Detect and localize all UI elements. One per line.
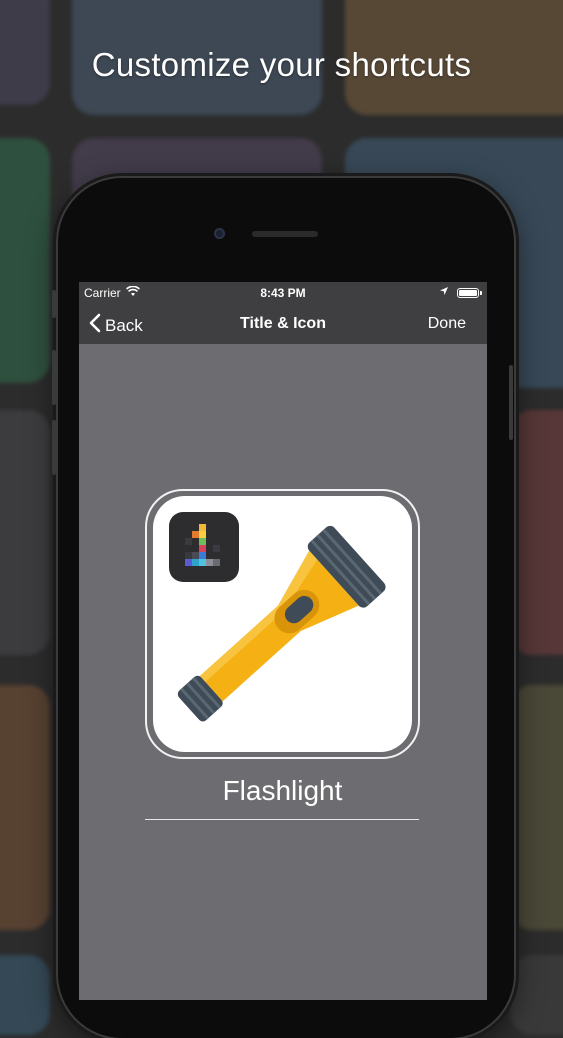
status-bar: Carrier 8:43 PM	[79, 282, 487, 304]
location-arrow-icon	[439, 286, 449, 299]
done-button[interactable]: Done	[428, 315, 466, 333]
name-field-underline	[145, 819, 419, 820]
status-time: 8:43 PM	[260, 286, 306, 300]
volume-down-button	[52, 420, 56, 475]
headline: Customize your shortcuts	[91, 46, 472, 83]
mute-switch	[52, 290, 56, 318]
battery-tip	[480, 291, 482, 295]
battery-icon	[457, 288, 479, 298]
volume-up-button	[52, 350, 56, 405]
flashlight-icon	[167, 510, 397, 745]
navigation-bar: Back Title & Icon Done	[79, 304, 487, 344]
nav-title: Title & Icon	[240, 315, 326, 332]
earpiece-speaker	[252, 231, 318, 237]
phone-screen: Carrier 8:43 PM Back Title & Icon Done F…	[79, 282, 487, 1000]
power-button	[509, 365, 513, 440]
shortcut-name-field[interactable]: Flashlight	[145, 775, 420, 807]
front-camera-icon	[214, 228, 225, 239]
